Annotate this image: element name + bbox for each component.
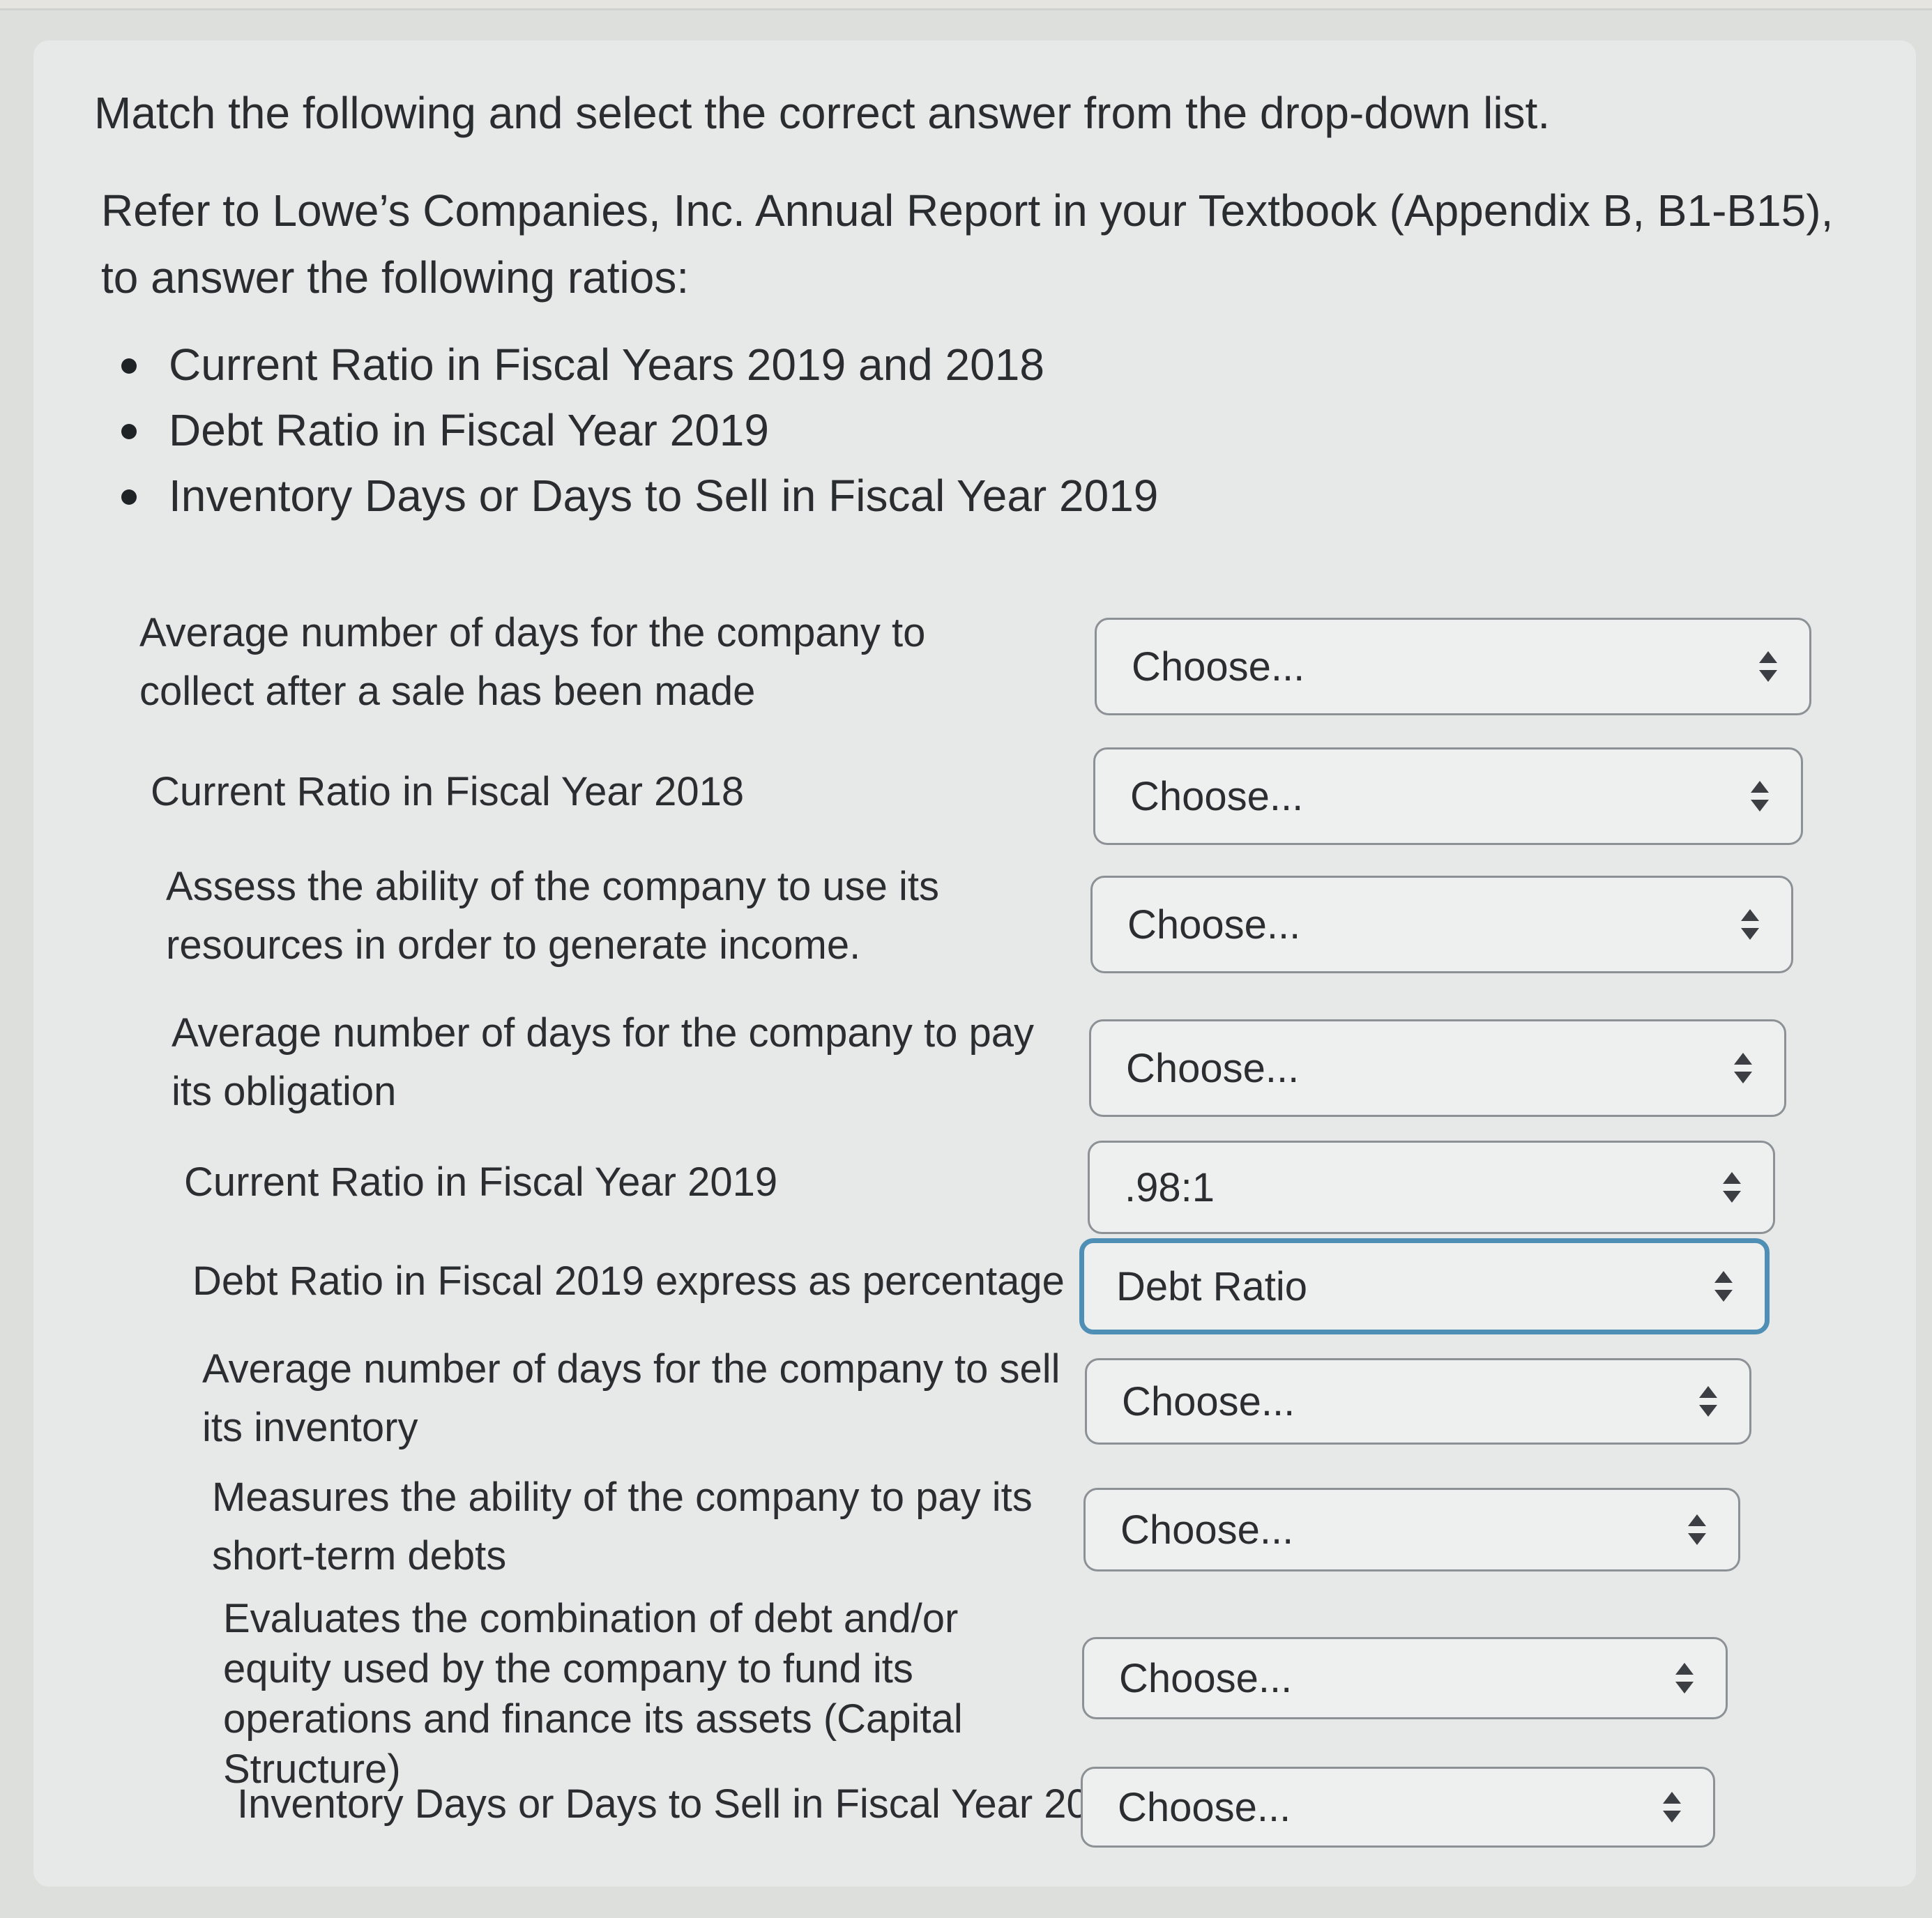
answer-select[interactable]: Debt Ratio bbox=[1079, 1238, 1770, 1334]
answer-select[interactable]: Choose... bbox=[1082, 1637, 1728, 1719]
match-prompt: Inventory Days or Days to Sell in Fiscal… bbox=[237, 1781, 1134, 1827]
match-prompt: Average number of days for the company t… bbox=[139, 610, 926, 714]
up-down-arrows-icon bbox=[1713, 1270, 1734, 1303]
select-value: .98:1 bbox=[1125, 1164, 1215, 1210]
up-down-arrows-icon bbox=[1674, 1661, 1695, 1695]
up-down-arrows-icon bbox=[1740, 908, 1760, 941]
up-down-arrows-icon bbox=[1687, 1513, 1707, 1546]
up-down-arrows-icon bbox=[1733, 1051, 1754, 1085]
select-value: Choose... bbox=[1130, 773, 1304, 819]
match-prompt: Average number of days for the company t… bbox=[202, 1346, 1060, 1450]
answer-select[interactable]: .98:1 bbox=[1088, 1141, 1775, 1234]
answer-select[interactable]: Choose... bbox=[1090, 876, 1793, 973]
window-top-edge bbox=[0, 0, 1932, 10]
select-value: Choose... bbox=[1120, 1507, 1294, 1553]
match-prompt: Evaluates the combination of debt and/or… bbox=[223, 1596, 963, 1792]
instruction-text: Match the following and select the corre… bbox=[94, 88, 1551, 138]
up-down-arrows-icon bbox=[1749, 779, 1770, 813]
match-prompt: Measures the ability of the company to p… bbox=[212, 1475, 1033, 1578]
bullet-item: Inventory Days or Days to Sell in Fiscal… bbox=[112, 463, 1158, 528]
answer-select[interactable]: Choose... bbox=[1089, 1019, 1786, 1117]
match-prompt: Current Ratio in Fiscal Year 2018 bbox=[151, 769, 745, 814]
select-value: Choose... bbox=[1126, 1045, 1300, 1091]
match-prompt: Current Ratio in Fiscal Year 2019 bbox=[184, 1159, 778, 1205]
up-down-arrows-icon bbox=[1758, 650, 1779, 683]
up-down-arrows-icon bbox=[1721, 1171, 1742, 1204]
intro-text: Refer to Lowe’s Companies, Inc. Annual R… bbox=[101, 185, 1834, 303]
match-prompt: Average number of days for the company t… bbox=[172, 1010, 1034, 1114]
select-value: Choose... bbox=[1118, 1784, 1291, 1830]
select-value: Choose... bbox=[1119, 1655, 1293, 1701]
bullet-item: Current Ratio in Fiscal Years 2019 and 2… bbox=[112, 332, 1158, 397]
bullet-item: Debt Ratio in Fiscal Year 2019 bbox=[112, 397, 1158, 463]
ratio-bullet-list: Current Ratio in Fiscal Years 2019 and 2… bbox=[112, 332, 1158, 528]
select-value: Choose... bbox=[1127, 901, 1301, 947]
select-value: Debt Ratio bbox=[1116, 1263, 1308, 1309]
select-value: Choose... bbox=[1122, 1378, 1295, 1424]
answer-select[interactable]: Choose... bbox=[1085, 1358, 1751, 1445]
answer-select[interactable]: Choose... bbox=[1081, 1767, 1715, 1848]
answer-select[interactable]: Choose... bbox=[1083, 1488, 1740, 1571]
match-prompt: Debt Ratio in Fiscal 2019 express as per… bbox=[192, 1258, 1065, 1304]
select-value: Choose... bbox=[1132, 644, 1305, 690]
up-down-arrows-icon bbox=[1661, 1790, 1682, 1824]
match-prompt: Assess the ability of the company to use… bbox=[166, 864, 939, 968]
answer-select[interactable]: Choose... bbox=[1095, 618, 1811, 715]
up-down-arrows-icon bbox=[1698, 1385, 1719, 1418]
answer-select[interactable]: Choose... bbox=[1093, 747, 1803, 845]
